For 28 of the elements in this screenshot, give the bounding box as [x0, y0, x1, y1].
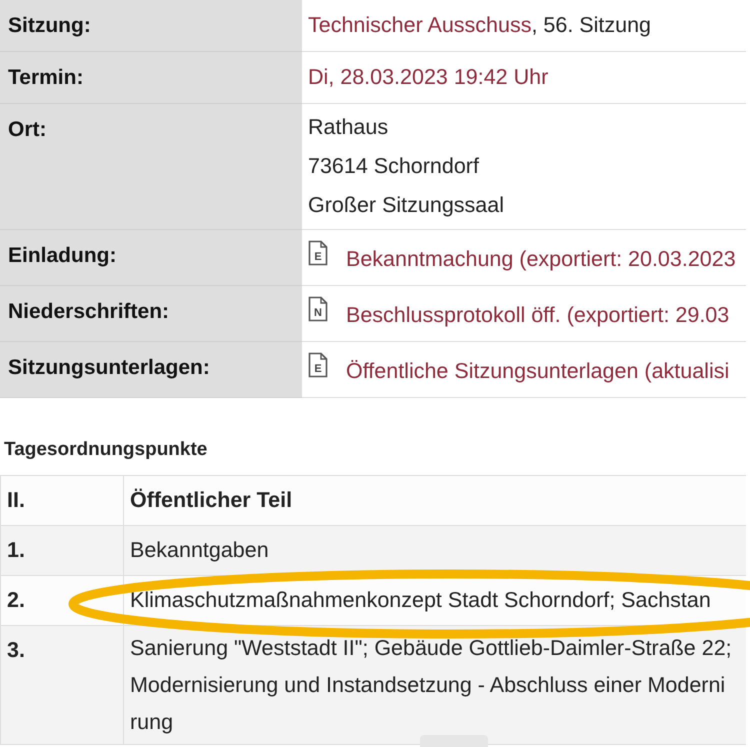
document-link[interactable]: Bekanntmachung (exportiert: 20.03.2023	[346, 240, 736, 275]
document-icon: E	[308, 352, 328, 378]
document-icon: E	[308, 240, 328, 266]
item-number: 3.	[1, 626, 124, 745]
date-link[interactable]: Di, 28.03.2023 19:42 Uhr	[308, 65, 548, 89]
meeting-link[interactable]: Technischer Ausschuss	[308, 13, 532, 37]
agenda-item-text: Sanierung "Weststadt II"; Gebäude Gottlieb-Daimler-Straße 22;	[130, 635, 733, 661]
document-icon: N	[308, 296, 328, 322]
location-line: Rathaus	[308, 114, 390, 141]
location-line: 73614 Schorndorf	[308, 153, 480, 180]
item-number: II.	[1, 476, 124, 526]
document-link[interactable]: Beschlussprotokoll öff. (exportiert: 29.03	[346, 296, 730, 331]
field-label: Termin:	[0, 52, 302, 104]
field-label: Niederschriften:	[0, 286, 302, 342]
agenda-item-text: rung	[130, 709, 174, 735]
item-number: 1.	[1, 526, 124, 576]
agenda-item-text: Klimaschutzmaßnahmenkonzept Stadt Schorndorf; Sachstan	[130, 587, 712, 614]
field-label: Einladung:	[0, 230, 302, 286]
location-line: Großer Sitzungssaal	[308, 192, 505, 219]
section-heading: Tagesordnungspunkte	[4, 438, 208, 462]
field-label: Sitzungsunterlagen:	[0, 342, 302, 398]
agenda-item-text: Modernisierung und Instandsetzung - Abschluss einer Moderni	[130, 672, 726, 698]
section-title: Öffentlicher Teil	[130, 487, 294, 514]
agenda-item-text: Bekanntgaben	[130, 537, 270, 564]
document-link[interactable]: Öffentliche Sitzungsunterlagen (aktualisi	[346, 352, 730, 387]
meeting-number: , 56. Sitzung	[531, 13, 652, 37]
field-label: Ort:	[0, 104, 302, 230]
field-label: Sitzung:	[0, 0, 302, 52]
